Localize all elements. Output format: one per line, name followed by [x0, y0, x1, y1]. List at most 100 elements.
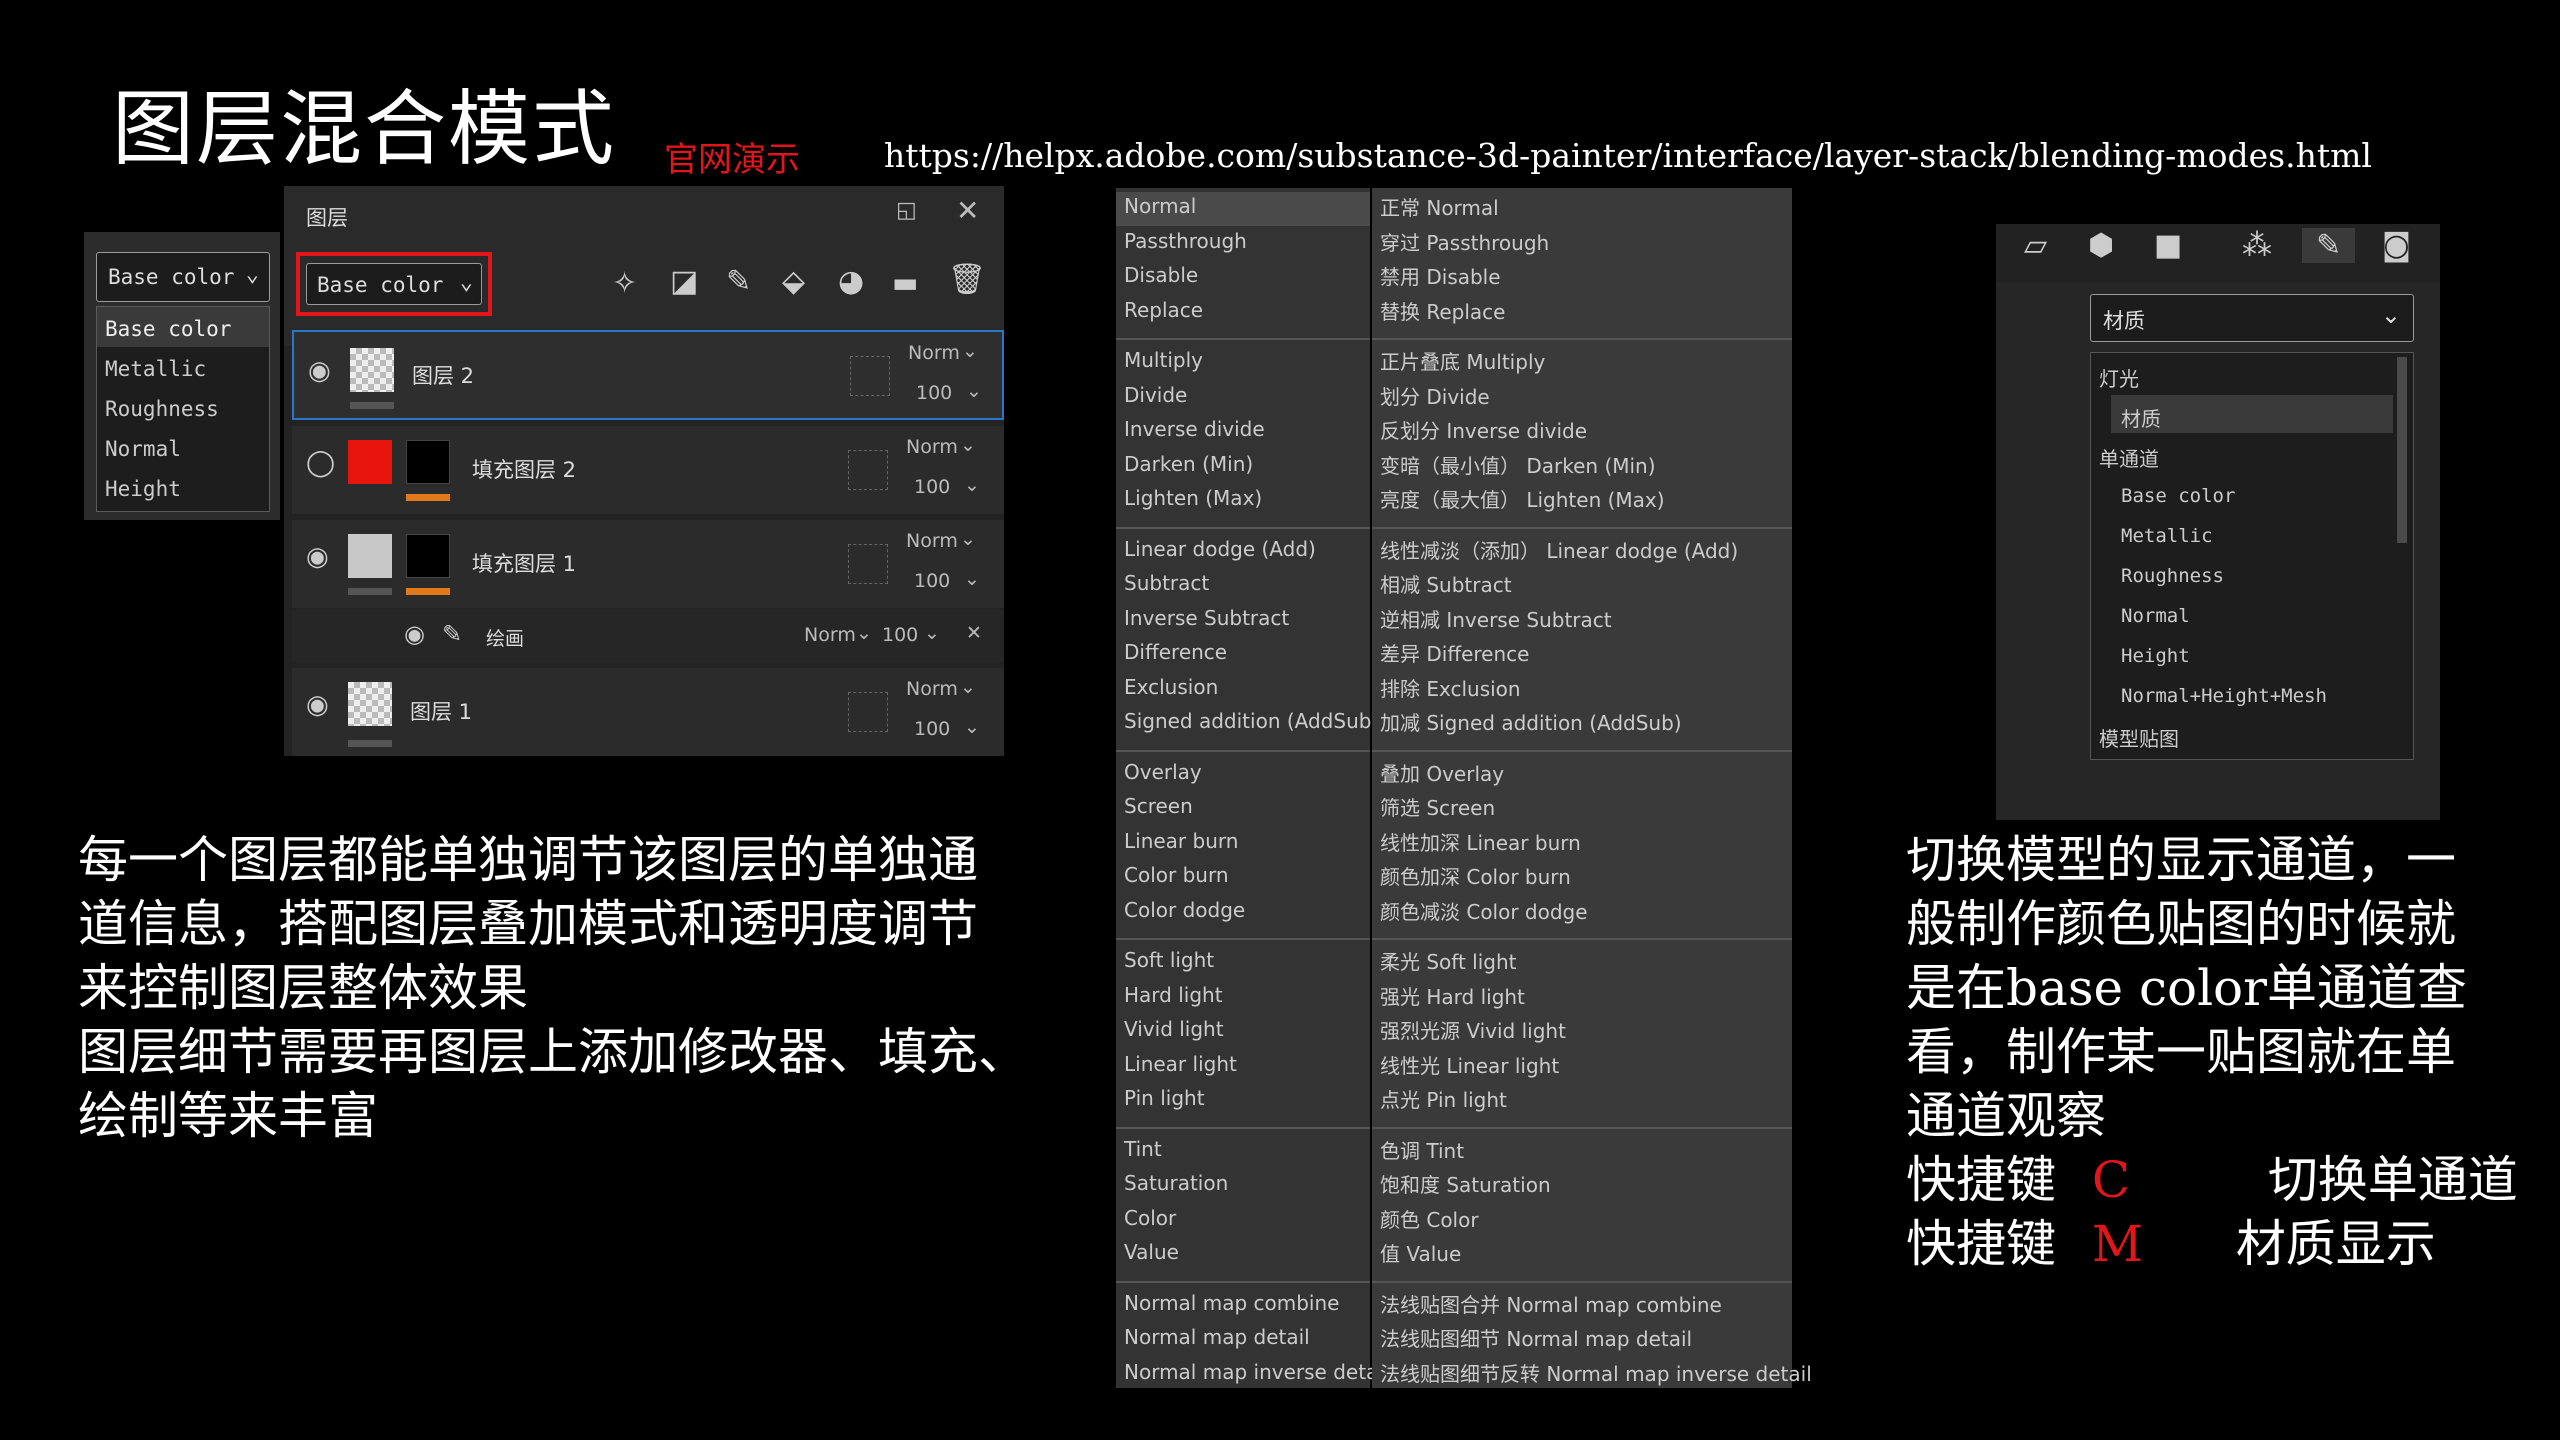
blend-option[interactable]: Linear burn [1124, 829, 1238, 853]
blend-option[interactable]: Exclusion [1124, 675, 1218, 699]
blend-option[interactable]: Overlay [1124, 760, 1202, 784]
blend-option-translation[interactable]: 替换 Replace [1380, 296, 1505, 325]
blend-option-translation[interactable]: 叠加 Overlay [1380, 758, 1504, 787]
opacity-value[interactable]: 100 [914, 718, 950, 740]
blend-option[interactable]: Inverse Subtract [1124, 606, 1289, 630]
maximize-icon[interactable]: ◱ [896, 198, 917, 223]
blend-option-translation[interactable]: 颜色加深 Color burn [1380, 861, 1571, 890]
blend-option-translation[interactable]: 色调 Tint [1380, 1135, 1464, 1164]
trash-icon[interactable]: 🗑 [948, 262, 986, 297]
blend-option-translation[interactable]: 法线贴图细节 Normal map detail [1380, 1323, 1692, 1352]
blend-option[interactable]: Normal map detail [1124, 1325, 1310, 1349]
blend-option[interactable]: Normal map inverse detail [1124, 1360, 1389, 1384]
blend-mode-select[interactable]: Norm [804, 624, 856, 646]
effect-row[interactable]: ◉ ✎ 绘画 Norm ⌄ 100 ⌄ ✕ [292, 610, 1004, 662]
layer-row[interactable]: ◉ 图层 1 Norm ⌄ 100 ⌄ [292, 668, 1004, 756]
channel-option[interactable]: Roughness [97, 387, 269, 427]
blend-option[interactable]: Passthrough [1124, 229, 1247, 253]
opacity-value[interactable]: 100 [916, 382, 952, 404]
blend-option-translation[interactable]: 线性减淡（添加） Linear dodge (Add) [1380, 535, 1738, 564]
eye-icon[interactable]: ◉ [306, 542, 329, 572]
blend-option[interactable]: Darken (Min) [1124, 452, 1253, 476]
opacity-value[interactable]: 100 [914, 476, 950, 498]
blend-option[interactable]: Linear light [1124, 1052, 1237, 1076]
blend-option[interactable]: Subtract [1124, 571, 1209, 595]
channel-option[interactable]: Base color [97, 307, 269, 347]
blend-option[interactable]: Hard light [1124, 983, 1223, 1007]
blend-option-translation[interactable]: 值 Value [1380, 1238, 1461, 1267]
blend-option-translation[interactable]: 相减 Subtract [1380, 569, 1512, 598]
viewport-option[interactable]: 材质 [2121, 403, 2161, 432]
blend-option[interactable]: Disable [1124, 263, 1198, 287]
blend-option-translation[interactable]: 加减 Signed addition (AddSub) [1380, 707, 1682, 736]
close-icon[interactable]: ✕ [956, 194, 979, 227]
blend-option[interactable]: Lighten (Max) [1124, 486, 1262, 510]
eye-icon[interactable]: ◯ [306, 448, 335, 478]
blend-option[interactable]: Tint [1124, 1137, 1162, 1161]
blend-option-translation[interactable]: 法线贴图合并 Normal map combine [1380, 1289, 1722, 1318]
blend-option-translation[interactable]: 反划分 Inverse divide [1380, 415, 1587, 444]
layer-row[interactable]: ◉ 图层 2 Norm ⌄ 100 ⌄ [292, 330, 1004, 420]
blend-option[interactable]: Soft light [1124, 948, 1214, 972]
demo-link[interactable]: 官网演示 [664, 132, 800, 181]
folder-icon[interactable]: ▬ [892, 266, 918, 299]
blend-option[interactable]: Value [1124, 1240, 1179, 1264]
blend-option-translation[interactable]: 正常 Normal [1380, 192, 1499, 221]
viewport-option[interactable]: Normal [2121, 605, 2190, 627]
layers-channel-select[interactable]: Base color ⌄ [296, 252, 492, 316]
blend-option-translation[interactable]: 点光 Pin light [1380, 1084, 1507, 1113]
channel-select[interactable]: Base color ⌄ [96, 252, 270, 302]
eye-icon[interactable]: ◉ [404, 620, 425, 648]
viewport-option[interactable]: Roughness [2121, 565, 2224, 587]
viewport-option[interactable]: Base color [2121, 485, 2235, 507]
magic-wand-icon[interactable]: ✧ [612, 266, 637, 301]
blend-option[interactable]: Inverse divide [1124, 417, 1265, 441]
blend-option-translation[interactable]: 线性光 Linear light [1380, 1050, 1559, 1079]
scatter-icon[interactable]: ⁂ [2242, 228, 2272, 263]
blend-option-translation[interactable]: 逆相减 Inverse Subtract [1380, 604, 1612, 633]
viewport-option[interactable]: Height [2121, 645, 2190, 667]
blend-option[interactable]: Pin light [1124, 1086, 1205, 1110]
viewport-option[interactable]: Metallic [2121, 525, 2213, 547]
blend-mode-select[interactable]: Norm [906, 530, 958, 552]
opacity-value[interactable]: 100 [914, 570, 950, 592]
blend-option-translation[interactable]: 饱和度 Saturation [1380, 1169, 1551, 1198]
blend-option-translation[interactable]: 正片叠底 Multiply [1380, 346, 1545, 375]
blend-option[interactable]: Signed addition (AddSub) [1124, 709, 1379, 733]
blend-mode-select[interactable]: Norm [906, 436, 958, 458]
camera-icon[interactable]: ■ [2154, 228, 2182, 263]
blend-option[interactable]: Screen [1124, 794, 1193, 818]
eye-icon[interactable]: ◉ [308, 356, 331, 386]
cube-icon[interactable]: ⬢ [2088, 228, 2114, 263]
effect-icon[interactable]: ◕ [838, 264, 864, 299]
blend-mode-select[interactable]: Norm [906, 678, 958, 700]
viewport-option[interactable]: Normal+Height+Mesh [2121, 685, 2327, 707]
blend-option-translation[interactable]: 差异 Difference [1380, 638, 1529, 667]
brush-icon[interactable]: ✎ [2302, 228, 2356, 263]
blend-option-translation[interactable]: 线性加深 Linear burn [1380, 827, 1581, 856]
blend-option[interactable]: Color burn [1124, 863, 1229, 887]
blend-option[interactable]: Vivid light [1124, 1017, 1224, 1041]
blend-option[interactable]: Replace [1124, 298, 1203, 322]
fill-icon[interactable]: ⬙ [782, 264, 805, 299]
opacity-value[interactable]: 100 [882, 624, 918, 646]
eye-icon[interactable]: ◉ [306, 690, 329, 720]
blend-option-translation[interactable]: 颜色 Color [1380, 1204, 1479, 1233]
blend-mode-select[interactable]: Norm [908, 342, 960, 364]
blend-option-translation[interactable]: 禁用 Disable [1380, 261, 1501, 290]
screenshot-icon[interactable]: ◙ [2382, 228, 2411, 263]
select-icon[interactable]: ▱ [2024, 228, 2047, 263]
reference-url[interactable]: https://helpx.adobe.com/substance-3d-pai… [884, 136, 2372, 175]
blend-option[interactable]: Difference [1124, 640, 1227, 664]
blend-option-translation[interactable]: 亮度（最大值） Lighten (Max) [1380, 484, 1665, 513]
blend-option-translation[interactable]: 穿过 Passthrough [1380, 227, 1549, 256]
blend-option[interactable]: Normal map combine [1124, 1291, 1339, 1315]
blend-option-translation[interactable]: 强烈光源 Vivid light [1380, 1015, 1566, 1044]
blend-option[interactable]: Normal [1124, 194, 1196, 218]
mask-icon[interactable]: ◪ [670, 264, 698, 299]
blend-option-translation[interactable]: 排除 Exclusion [1380, 673, 1521, 702]
blend-option[interactable]: Color [1124, 1206, 1176, 1230]
blend-option[interactable]: Linear dodge (Add) [1124, 537, 1316, 561]
layer-row[interactable]: ◯ 填充图层 2 Norm ⌄ 100 ⌄ [292, 426, 1004, 514]
layer-row[interactable]: ◉ 填充图层 1 Norm ⌄ 100 ⌄ [292, 520, 1004, 608]
